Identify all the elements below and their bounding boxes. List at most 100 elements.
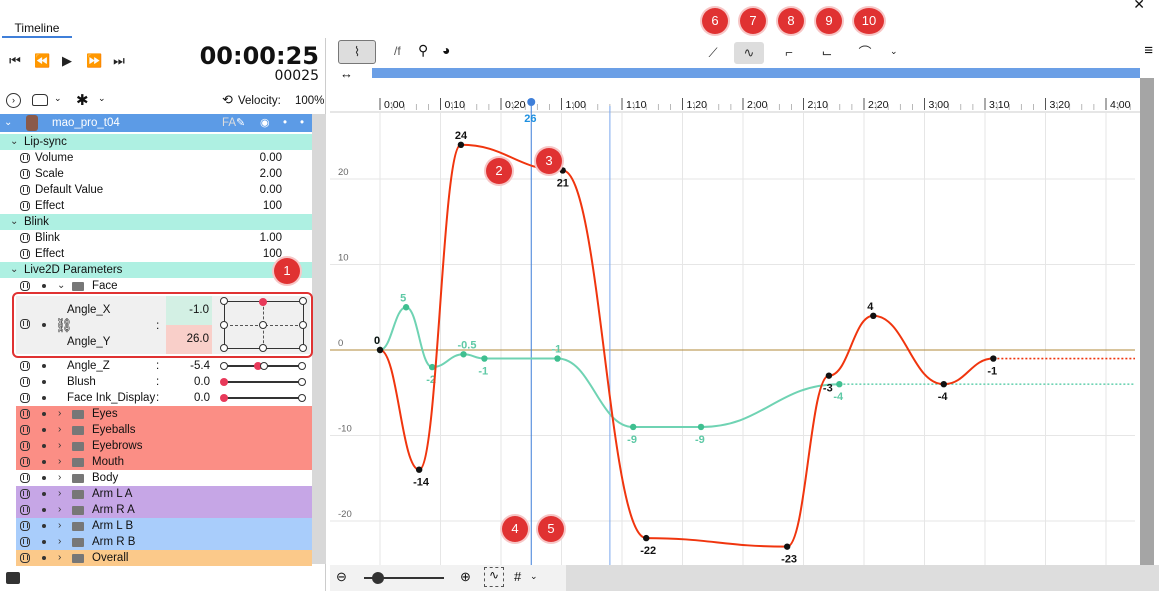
- group-live2d[interactable]: ⌄ Live2D Parameters: [0, 262, 312, 278]
- close-icon[interactable]: ✕: [1133, 0, 1145, 13]
- zoom-knob[interactable]: [372, 572, 384, 584]
- step-back-icon[interactable]: ⏪: [34, 54, 50, 68]
- param-value[interactable]: 2.00: [260, 166, 282, 182]
- layer-header[interactable]: ⌄ mao_pro_t04 FA ✎ ◉ • •: [0, 114, 312, 132]
- chevron-down-icon[interactable]: ⌄: [54, 93, 62, 104]
- chevron-right-icon[interactable]: ›: [58, 438, 68, 454]
- param-value[interactable]: 0.00: [260, 182, 282, 198]
- graph-editor: ⌇ /f ⚲ ◕ ⟋ ∿ ⌐ ⌙ ⌒ ⌄ ≡ ↔ 0:00 0:10 0:20 1:0…: [330, 38, 1159, 591]
- chevron-right-icon[interactable]: ›: [58, 502, 68, 518]
- slider-track[interactable]: [222, 397, 304, 399]
- folder-row-arm-ra[interactable]: › Arm R A: [16, 502, 312, 518]
- velocity-value[interactable]: 100%: [295, 95, 324, 107]
- fit-horizontal-icon[interactable]: ↔: [340, 66, 353, 81]
- chevron-right-icon[interactable]: ›: [58, 518, 68, 534]
- param-value[interactable]: 0.0: [186, 390, 210, 406]
- loop-mode-icon[interactable]: ›: [6, 93, 21, 108]
- param-icon: [20, 319, 30, 329]
- repeat-icon[interactable]: ⟲: [222, 92, 233, 108]
- folder-row-mouth[interactable]: › Mouth: [16, 454, 312, 470]
- param-row-ink[interactable]: Face Ink_Display: 0.0: [16, 390, 312, 406]
- scrollbar[interactable]: [312, 114, 326, 564]
- param-row[interactable]: Blink 1.00: [16, 230, 312, 246]
- param-row-blush[interactable]: Blush: 0.0: [16, 374, 312, 390]
- slider-track[interactable]: [222, 381, 304, 383]
- linear-curve-icon[interactable]: ⟋: [698, 42, 728, 64]
- param-row[interactable]: Default Value 0.00: [16, 182, 312, 198]
- param-value[interactable]: 0.00: [260, 150, 282, 166]
- dot-icon: [42, 540, 46, 544]
- pen-icon[interactable]: ✎: [236, 114, 245, 132]
- graph-view-toggle-icon[interactable]: ⌇: [338, 40, 376, 64]
- group-lipsync[interactable]: ⌄ Lip-sync: [0, 134, 312, 150]
- folder-row-eyes[interactable]: › Eyes: [16, 406, 312, 422]
- angle-x-value[interactable]: -1.0: [166, 296, 212, 325]
- chevron-down-icon[interactable]: ⌄: [890, 46, 898, 57]
- eye-icon[interactable]: ◉: [260, 114, 270, 132]
- layers-icon[interactable]: ◕: [442, 42, 450, 58]
- folder-row-eyeballs[interactable]: › Eyeballs: [16, 422, 312, 438]
- chevron-right-icon[interactable]: ›: [58, 550, 68, 566]
- fit-curve-icon[interactable]: ∿: [484, 567, 504, 587]
- param-value[interactable]: -5.4: [186, 358, 210, 374]
- step-out-curve-icon[interactable]: ⌙: [812, 42, 842, 64]
- folder-row-overall[interactable]: › Overall: [16, 550, 312, 566]
- snowflake-icon[interactable]: ✱: [76, 91, 89, 109]
- skip-start-icon[interactable]: ⏮: [8, 54, 22, 68]
- folder-row-arm-rb[interactable]: › Arm R B: [16, 534, 312, 550]
- key-pin-icon[interactable]: ⚲: [418, 42, 428, 59]
- smooth-curve-icon[interactable]: ⌒: [850, 42, 880, 64]
- range-bar[interactable]: [372, 68, 1140, 78]
- zoom-in-icon[interactable]: ⊕: [460, 569, 471, 585]
- dot-icon[interactable]: •: [283, 114, 287, 132]
- skip-end-icon[interactable]: ⏭: [112, 54, 126, 68]
- chevron-right-icon[interactable]: ›: [58, 470, 68, 486]
- ruler-label: 1:00: [566, 99, 587, 111]
- angle-xy-row[interactable]: ⛓ Angle_X Angle_Y : -1.0 26.0: [16, 296, 310, 354]
- bezier-curve-icon[interactable]: ∿: [734, 42, 764, 64]
- slider-knob[interactable]: [220, 394, 228, 402]
- angle-y-value[interactable]: 26.0: [166, 325, 212, 354]
- step-forward-icon[interactable]: ⏩: [86, 54, 102, 68]
- step-in-curve-icon[interactable]: ⌐: [774, 42, 804, 64]
- layer-settings-icon[interactable]: [6, 572, 20, 584]
- param-value[interactable]: 1.00: [260, 230, 282, 246]
- tab-timeline[interactable]: Timeline: [2, 18, 72, 38]
- group-blink[interactable]: ⌄ Blink: [0, 214, 312, 230]
- hamburger-menu-icon[interactable]: ≡: [1144, 42, 1153, 59]
- param-row[interactable]: Effect 100: [16, 246, 312, 262]
- link-icon[interactable]: ⛓: [55, 317, 73, 334]
- param-icon: [20, 233, 30, 243]
- grid-icon[interactable]: #: [514, 569, 521, 584]
- y-tick-label: -20: [338, 509, 352, 520]
- slider-knob[interactable]: [220, 378, 228, 386]
- chevron-right-icon[interactable]: ›: [58, 406, 68, 422]
- horizontal-scrollbar[interactable]: [566, 565, 1159, 591]
- param-row[interactable]: Scale 2.00: [16, 166, 312, 182]
- chevron-down-icon[interactable]: ⌄: [98, 93, 106, 104]
- collapse-icon[interactable]: ⌄: [4, 114, 12, 132]
- param-value[interactable]: 0.0: [186, 374, 210, 390]
- param-value[interactable]: 100: [263, 198, 282, 214]
- dot-icon[interactable]: •: [300, 114, 304, 132]
- param-icon: [20, 281, 30, 291]
- folder-label: Mouth: [92, 456, 124, 468]
- param-row[interactable]: Volume 0.00: [16, 150, 312, 166]
- chevron-right-icon[interactable]: ›: [58, 486, 68, 502]
- xy-pad[interactable]: [220, 297, 307, 352]
- chevron-right-icon[interactable]: ›: [58, 454, 68, 470]
- onion-skin-icon[interactable]: [32, 94, 48, 106]
- zoom-out-icon[interactable]: ⊖: [336, 569, 347, 585]
- chevron-right-icon[interactable]: ›: [58, 422, 68, 438]
- chevron-right-icon[interactable]: ›: [58, 534, 68, 550]
- play-icon[interactable]: ▶: [60, 54, 74, 68]
- callout-badge-8: 8: [778, 8, 804, 34]
- chevron-down-icon[interactable]: ⌄: [530, 571, 538, 582]
- folder-row-arm-lb[interactable]: › Arm L B: [16, 518, 312, 534]
- graph-canvas[interactable]: 0:00 0:10 0:20 1:00 1:10 1:20 2:00 2:10 2:20 3:00…: [330, 88, 1140, 568]
- folder-row-arm-la[interactable]: › Arm L A: [16, 486, 312, 502]
- folder-row-body[interactable]: › Body: [16, 470, 312, 486]
- folder-row-eyebrows[interactable]: › Eyebrows: [16, 438, 312, 454]
- param-row-angle-z[interactable]: Angle_Z: -5.4: [16, 358, 312, 374]
- param-row[interactable]: Effect 100: [16, 198, 312, 214]
